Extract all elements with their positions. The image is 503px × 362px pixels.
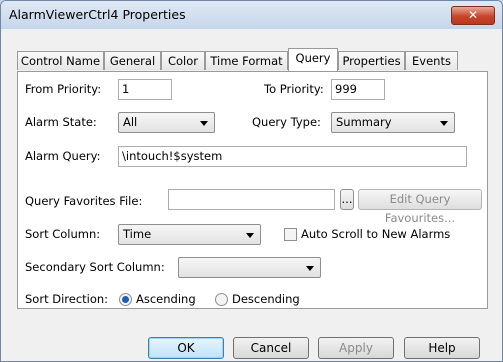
ascending-radio[interactable]	[119, 293, 132, 306]
close-icon: ✕	[467, 8, 479, 22]
sort-column-label: Sort Column:	[25, 227, 101, 241]
alarm-state-dropdown[interactable]: All	[118, 112, 215, 133]
from-priority-label: From Priority:	[25, 82, 102, 96]
tab-control-name[interactable]: Control Name	[17, 51, 104, 70]
window-title: AlarmViewerCtrl4 Properties	[9, 7, 186, 22]
cancel-button[interactable]: Cancel	[233, 337, 309, 359]
sort-column-value: Time	[123, 227, 152, 241]
tab-general[interactable]: General	[104, 51, 161, 70]
from-priority-field[interactable]: 1	[118, 79, 172, 100]
query-panel: From Priority: 1 To Priority: 999 Alarm …	[17, 71, 488, 309]
secondary-sort-label: Secondary Sort Column:	[25, 260, 165, 274]
alarm-query-field[interactable]: \intouch!$system	[118, 146, 467, 167]
chevron-down-icon	[440, 121, 448, 126]
auto-scroll-checkbox[interactable]	[284, 228, 297, 241]
title-bar[interactable]: AlarmViewerCtrl4 Properties ✕	[1, 1, 502, 29]
ascending-label[interactable]: Ascending	[136, 292, 196, 306]
tab-time-format[interactable]: Time Format	[205, 51, 288, 70]
browse-button[interactable]: ...	[340, 189, 354, 210]
alarm-query-label: Alarm Query:	[25, 149, 101, 163]
query-type-label: Query Type:	[252, 115, 321, 129]
dialog-client: Control Name General Color Time Format Q…	[6, 30, 497, 359]
to-priority-label: To Priority:	[264, 82, 324, 96]
auto-scroll-label[interactable]: Auto Scroll to New Alarms	[301, 227, 450, 241]
chevron-down-icon	[200, 121, 208, 126]
to-priority-field[interactable]: 999	[331, 79, 385, 100]
descending-radio[interactable]	[215, 293, 228, 306]
query-type-value: Summary	[336, 115, 392, 129]
tab-properties[interactable]: Properties	[338, 51, 405, 70]
chevron-down-icon	[306, 266, 314, 271]
descending-label[interactable]: Descending	[232, 292, 300, 306]
secondary-sort-dropdown[interactable]	[178, 257, 321, 278]
tab-query[interactable]: Query	[288, 48, 338, 71]
apply-button[interactable]: Apply	[318, 337, 394, 359]
query-favorites-field[interactable]	[168, 189, 335, 210]
help-button[interactable]: Help	[404, 337, 480, 359]
sort-direction-label: Sort Direction:	[25, 292, 109, 306]
properties-dialog: AlarmViewerCtrl4 Properties ✕ Control Na…	[0, 0, 503, 362]
tab-color[interactable]: Color	[161, 51, 205, 70]
tab-events[interactable]: Events	[405, 51, 458, 70]
query-favorites-label: Query Favorites File:	[25, 194, 143, 208]
alarm-state-value: All	[123, 115, 138, 129]
query-type-dropdown[interactable]: Summary	[331, 112, 455, 133]
ok-button[interactable]: OK	[148, 337, 224, 359]
edit-query-favourites-button[interactable]: Edit Query Favourites...	[358, 189, 482, 225]
chevron-down-icon	[246, 233, 254, 238]
close-button[interactable]: ✕	[451, 6, 495, 25]
sort-column-dropdown[interactable]: Time	[118, 224, 261, 245]
alarm-state-label: Alarm State:	[25, 115, 97, 129]
